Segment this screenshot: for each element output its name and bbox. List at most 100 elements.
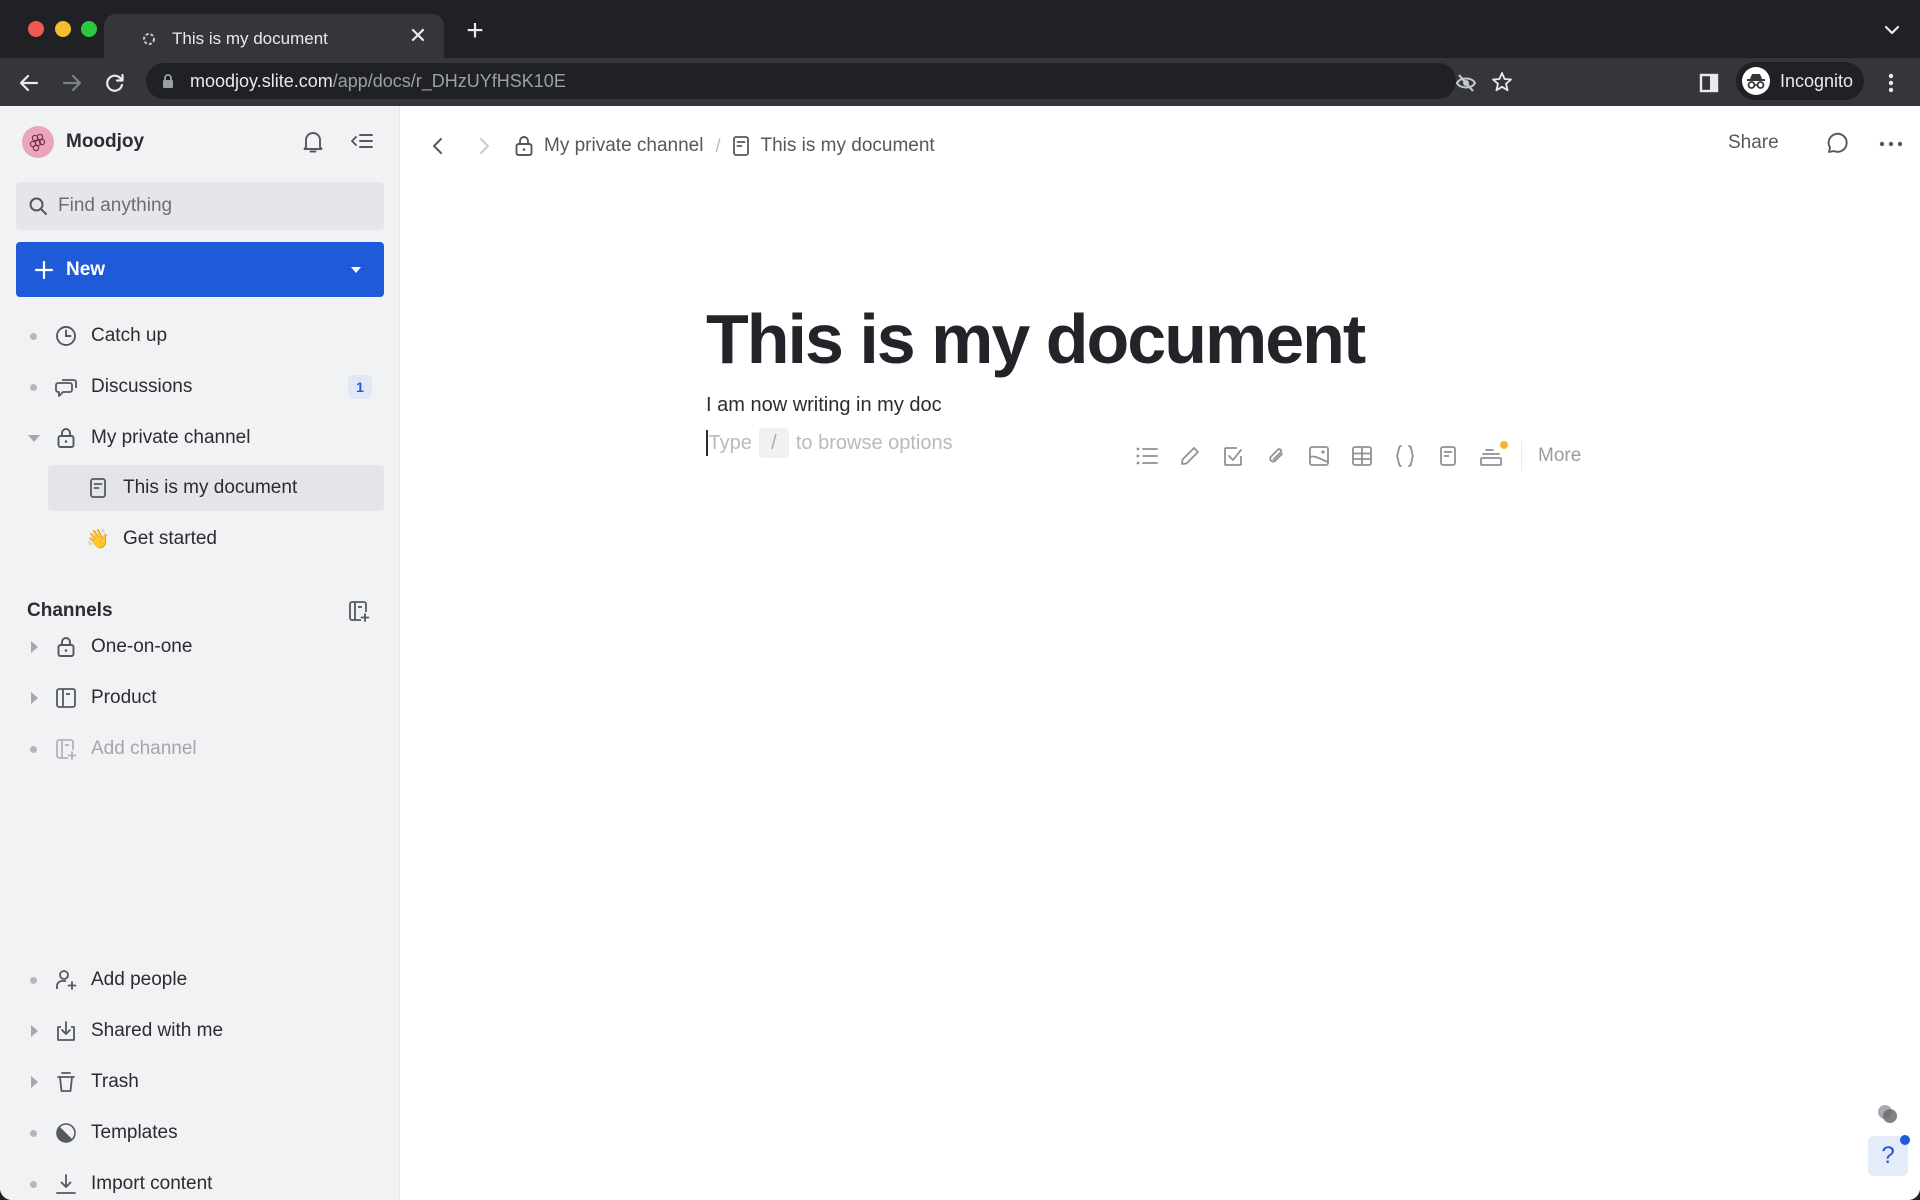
tab-close-button[interactable]: ✕	[406, 24, 430, 48]
breadcrumb-channel[interactable]: My private channel	[514, 135, 703, 157]
document-title[interactable]: This is my document	[706, 304, 1606, 374]
more-options-button[interactable]	[1878, 130, 1904, 163]
collapse-sidebar-icon	[351, 134, 373, 148]
document-icon[interactable]	[1435, 443, 1461, 469]
bullet-list-icon[interactable]	[1134, 443, 1160, 469]
add-channel-header-button[interactable]	[348, 600, 370, 627]
sidebar-trash[interactable]: Trash	[0, 1059, 400, 1105]
more-horizontal-icon	[1879, 141, 1903, 147]
incognito-icon	[1742, 67, 1770, 95]
bookmark-star-icon[interactable]	[1490, 70, 1514, 94]
sidebar-channel-one-on-one[interactable]: One-on-one	[0, 624, 400, 670]
notifications-button[interactable]	[302, 130, 324, 159]
sidebar-import-content[interactable]: Import content	[0, 1161, 400, 1200]
bullet-icon	[30, 1130, 37, 1137]
expand-caret-icon[interactable]	[31, 1076, 38, 1088]
bullet-icon	[30, 384, 37, 391]
sidebar-add-people[interactable]: Add people	[0, 957, 400, 1003]
document-icon	[86, 476, 110, 500]
expand-caret-icon[interactable]	[31, 692, 38, 704]
slash-key-hint: /	[758, 428, 789, 458]
new-tab-button[interactable]: +	[460, 16, 490, 46]
incognito-profile-button[interactable]: Incognito	[1736, 62, 1864, 100]
text-cursor	[706, 430, 708, 456]
expand-caret-icon[interactable]	[31, 1025, 38, 1037]
sidebar-item-my-private-channel[interactable]: My private channel	[0, 415, 400, 461]
browser-menu-button[interactable]	[1878, 70, 1904, 96]
sidebar-item-this-is-my-document[interactable]: This is my document	[48, 465, 384, 511]
sidebar-item-label: Add people	[91, 969, 188, 990]
minimize-window-button[interactable]	[55, 21, 71, 37]
plus-icon	[34, 260, 54, 279]
code-braces-icon[interactable]	[1392, 443, 1418, 469]
side-panel-icon	[1699, 73, 1719, 93]
slite-app: Moodjoy New	[0, 106, 1920, 1200]
table-icon[interactable]	[1349, 443, 1375, 469]
browser-forward-button[interactable]	[59, 70, 85, 96]
browser-toolbar: moodjoy.slite.com/app/docs/r_DHzUYfHSK10…	[0, 58, 1920, 106]
sidebar-item-label: Catch up	[91, 325, 168, 346]
sidebar-item-catch-up[interactable]: Catch up	[0, 313, 400, 359]
chat-icon	[54, 375, 78, 399]
lock-icon	[54, 426, 78, 450]
close-window-button[interactable]	[28, 21, 44, 37]
browser-reload-button[interactable]	[102, 70, 128, 96]
tracking-blocked-eye-icon[interactable]	[1454, 71, 1478, 95]
empty-block-placeholder[interactable]: Type / to browse options	[706, 428, 953, 458]
browser-back-button[interactable]	[16, 70, 42, 96]
browser-tab-active[interactable]: This is my document ✕	[104, 14, 444, 62]
url-text[interactable]: moodjoy.slite.com/app/docs/r_DHzUYfHSK10…	[190, 71, 566, 92]
comments-button[interactable]	[1824, 130, 1850, 163]
insert-more-button[interactable]: More	[1538, 445, 1581, 467]
sidebar-shared-with-me[interactable]: Shared with me	[0, 1008, 400, 1054]
history-forward-button[interactable]	[470, 130, 498, 167]
add-channel-icon	[349, 601, 370, 622]
workspace-name[interactable]: Moodjoy	[66, 131, 144, 153]
workspace-logo-icon[interactable]	[22, 126, 54, 158]
breadcrumb: My private channel / This is my document	[514, 130, 935, 162]
browser-window: This is my document ✕ + moodjoy.slite.co…	[0, 0, 1920, 1200]
bullet-icon	[30, 977, 37, 984]
presence-status-icon	[1878, 1105, 1897, 1123]
sidebar: Moodjoy New	[0, 106, 400, 1200]
address-bar[interactable]: moodjoy.slite.com/app/docs/r_DHzUYfHSK10…	[146, 63, 1512, 99]
expand-caret-icon[interactable]	[31, 641, 38, 653]
maximize-window-button[interactable]	[81, 21, 97, 37]
search-input[interactable]	[58, 195, 358, 217]
breadcrumb-document[interactable]: This is my document	[732, 135, 935, 157]
expand-caret-icon[interactable]	[28, 435, 40, 442]
sidebar-item-discussions[interactable]: Discussions 1	[0, 364, 400, 410]
sidebar-templates[interactable]: Templates	[0, 1110, 400, 1156]
arrow-left-icon	[19, 74, 39, 92]
caret-down-icon[interactable]	[350, 266, 362, 274]
sidebar-item-get-started[interactable]: 👋 Get started	[0, 516, 400, 562]
trash-icon	[54, 1070, 78, 1094]
side-panel-button[interactable]	[1696, 70, 1722, 96]
new-button[interactable]: New	[16, 242, 384, 297]
image-icon[interactable]	[1306, 443, 1332, 469]
url-path: /app/docs/r_DHzUYfHSK10E	[332, 71, 566, 91]
pencil-icon[interactable]	[1177, 443, 1203, 469]
history-back-button[interactable]	[424, 130, 452, 167]
document-topbar: My private channel / This is my document…	[400, 106, 1920, 186]
attachment-icon[interactable]	[1263, 443, 1289, 469]
document-paragraph[interactable]: I am now writing in my doc	[706, 394, 942, 417]
channel-icon	[54, 686, 78, 710]
discussions-count-badge: 1	[348, 375, 372, 399]
share-button[interactable]: Share	[1728, 132, 1779, 154]
document-body: This is my document I am now writing in …	[706, 304, 1606, 458]
import-icon	[54, 1172, 78, 1196]
url-host: moodjoy.slite.com	[190, 71, 333, 91]
sidebar-channel-product[interactable]: Product	[0, 675, 400, 721]
collapse-sidebar-button[interactable]	[350, 130, 374, 157]
search-box[interactable]	[16, 182, 384, 230]
checkbox-icon[interactable]	[1220, 443, 1246, 469]
clock-icon	[54, 324, 78, 348]
tab-search-chevron-icon[interactable]	[1882, 20, 1902, 40]
tab-title: This is my document	[172, 29, 328, 48]
bullet-icon	[30, 333, 37, 340]
sidebar-add-channel[interactable]: Add channel	[0, 726, 400, 772]
bell-icon	[303, 132, 323, 153]
channels-heading: Channels	[27, 600, 113, 621]
embed-stack-icon[interactable]	[1478, 441, 1508, 469]
